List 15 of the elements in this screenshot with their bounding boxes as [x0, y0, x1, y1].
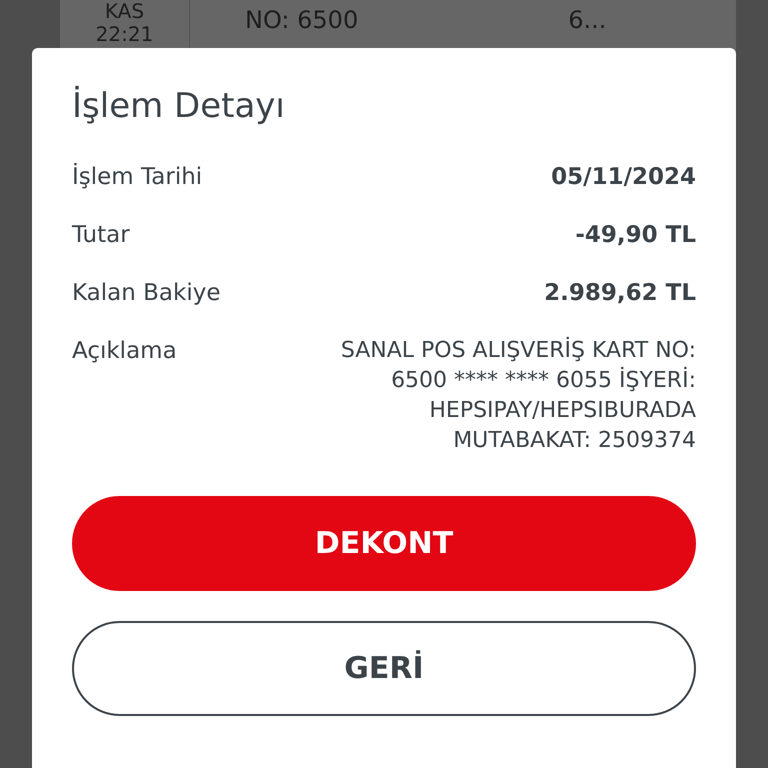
field-value: 2.989,62 TL — [544, 279, 696, 308]
field-label: Açıklama — [72, 337, 177, 366]
field-value: SANAL POS ALIŞVERİŞ KART NO: 6500 **** **** 6055 İŞYERİ: HEPSIPAY/HEPSIBURADA MUTABAKAT: 2509374 — [340, 336, 696, 455]
field-value: -49,90 TL — [575, 221, 696, 250]
field-label: İşlem Tarihi — [72, 162, 202, 192]
date-text: 22:21 — [96, 23, 154, 46]
field-value: 05/11/2024 — [551, 163, 696, 192]
back-button[interactable]: GERİ — [72, 621, 696, 716]
dialog-title: İşlem Detayı — [72, 84, 286, 128]
field-label: Tutar — [72, 221, 130, 250]
amount-text: 6... — [568, 5, 606, 36]
description-text: NO: 6500 — [245, 5, 358, 36]
field-label: Kalan Bakiye — [72, 279, 220, 308]
date-text: KAS — [104, 0, 144, 23]
receipt-button[interactable]: DEKONT — [72, 496, 696, 591]
